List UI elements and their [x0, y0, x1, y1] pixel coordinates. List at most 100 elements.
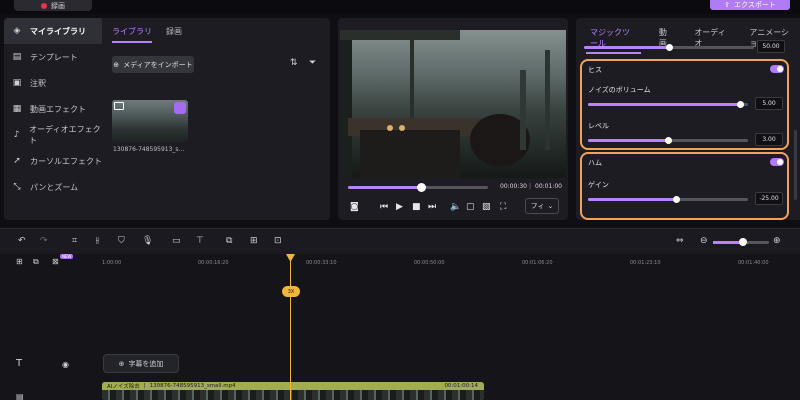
timeline-ruler[interactable]: ⊞ ⧉ ⊠ NEW 1:00:00 00:00:16:20 00:00:33:1…: [0, 254, 800, 270]
properties-panel: マジックツール 動画 オーディオ アニメーション 50.00 ヒス ノイズのボリ…: [576, 18, 800, 220]
noise-volume-value[interactable]: 5.00: [755, 97, 783, 110]
tab-recordings[interactable]: 録画: [166, 26, 182, 43]
redo-icon[interactable]: ↷: [40, 236, 48, 246]
ruler-tick: 00:00:50:00: [414, 260, 445, 266]
slider-handle[interactable]: [666, 44, 673, 51]
nav-item-label: 注釈: [30, 78, 46, 88]
gain-slider[interactable]: [588, 196, 748, 203]
scrubber-handle[interactable]: [416, 183, 426, 192]
group-icon[interactable]: ⧉: [226, 236, 232, 246]
nav-item-my-library[interactable]: ◈ マイライブラリ: [4, 18, 102, 44]
audio-effect-icon: ♪: [13, 130, 20, 140]
undo-icon[interactable]: ↶: [18, 236, 26, 246]
split-icon[interactable]: ⫲: [96, 236, 99, 246]
fit-timeline-icon[interactable]: ⇔: [676, 236, 684, 246]
snapshot-icon[interactable]: ◙: [350, 202, 359, 212]
top-bar: 録画 ⇪ エクスポート: [0, 0, 800, 14]
playhead-badge[interactable]: 3X: [282, 286, 300, 297]
caption-icon[interactable]: ▭: [172, 236, 181, 246]
slider-handle[interactable]: [673, 196, 680, 203]
playhead-line[interactable]: [290, 258, 291, 400]
noise-volume-slider[interactable]: [588, 101, 748, 108]
top-slider-value[interactable]: 50.00: [757, 40, 785, 53]
microphone-icon[interactable]: 🎙: [142, 236, 153, 246]
properties-scrollbar[interactable]: [794, 130, 797, 200]
ruler-tick: 00:00:16:20: [198, 260, 229, 266]
preview-scrubber[interactable]: [348, 183, 488, 192]
magnet-icon[interactable]: ⊠: [52, 257, 59, 266]
preview-zoom-select[interactable]: フィ ⌄: [525, 198, 559, 214]
sort-icon[interactable]: ⇅: [290, 58, 298, 68]
nav-item-label: カーソルエフェクト: [30, 156, 102, 166]
cursor-effect-icon: ➚: [13, 156, 21, 166]
template-icon: ▤: [12, 52, 22, 62]
scrubber-fill: [348, 186, 421, 189]
hum-toggle[interactable]: [770, 158, 784, 166]
nav-item-pan-zoom[interactable]: ⤡ パンとズーム: [4, 174, 102, 200]
stop-icon[interactable]: ■: [412, 202, 421, 212]
gain-value[interactable]: -25.00: [755, 192, 783, 205]
nav-item-video-effects[interactable]: ▦ 動画エフェクト: [4, 96, 102, 122]
level-value[interactable]: 3.00: [755, 133, 783, 146]
export-button[interactable]: ⇪ エクスポート: [710, 0, 790, 10]
import-media-button[interactable]: ⊕ メディアをインポート: [112, 56, 194, 73]
zoom-out-icon[interactable]: ⊖: [700, 236, 708, 246]
play-icon[interactable]: ▶: [396, 202, 403, 212]
nav-item-templates[interactable]: ▤ テンプレート: [4, 44, 102, 70]
tab-video[interactable]: 動画: [655, 24, 676, 54]
video-clip[interactable]: AIノイズ除去 | 130876-748595913_small.mp4 00:…: [102, 382, 484, 400]
text-icon[interactable]: ⊤: [196, 236, 204, 246]
slider-handle[interactable]: [665, 137, 672, 144]
tab-library[interactable]: ライブラリ: [112, 26, 152, 43]
export-icon: ⇪: [724, 1, 731, 9]
slider-handle[interactable]: [737, 101, 744, 108]
video-editor-app: 録画 ⇪ エクスポート ◈ マイライブラリ ▤ テンプレート ▣ 注釈 ▦ 動画…: [0, 0, 800, 400]
nav-item-audio-effects[interactable]: ♪ オーディオエフェクト: [4, 122, 102, 148]
nav-item-annotations[interactable]: ▣ 注釈: [4, 70, 102, 96]
export-label: エクスポート: [734, 1, 776, 9]
video-preview[interactable]: [340, 30, 566, 178]
shield-icon[interactable]: ⛉: [118, 236, 125, 246]
mark-icon[interactable]: ⊡: [274, 236, 282, 246]
nav-item-cursor-effects[interactable]: ➚ カーソルエフェクト: [4, 148, 102, 174]
plus-circle-icon: ⊕: [118, 359, 125, 368]
timeline-tracks: T ◉ ▤: [0, 270, 800, 400]
preview-panel: 00:00:30 | 00:01:00 ◙ ⏮ ▶ ■ ⏭ 🔈 ▢ ▧ ⛶ フィ…: [338, 18, 568, 220]
crop-icon[interactable]: ▢: [466, 202, 475, 212]
hum-label: ハム: [588, 159, 602, 167]
level-slider[interactable]: [588, 137, 748, 144]
top-slider[interactable]: [584, 44, 754, 51]
timeline-zoom-slider[interactable]: [713, 238, 769, 246]
media-thumbnail[interactable]: [112, 100, 188, 142]
record-button[interactable]: 録画: [14, 0, 92, 11]
video-effect-icon: ▦: [12, 104, 22, 114]
eye-icon[interactable]: ◉: [62, 360, 69, 369]
ruler-tick: 00:00:33:10: [306, 260, 337, 266]
clip-name: 130876-748595913_small.mp4: [149, 383, 236, 389]
volume-icon[interactable]: 🔈: [450, 202, 461, 212]
hiss-toggle[interactable]: [770, 65, 784, 73]
text-track-icon: T: [16, 358, 23, 369]
nav-item-label: テンプレート: [30, 52, 78, 62]
ruler-tick: 1:00:00: [102, 260, 122, 266]
tab-audio[interactable]: オーディオ: [690, 24, 731, 54]
crop-tool-icon[interactable]: ⌗: [72, 236, 77, 246]
fullscreen-icon[interactable]: ⛶: [500, 202, 506, 212]
compare-icon[interactable]: ▧: [482, 202, 491, 212]
nav-item-label: 動画エフェクト: [30, 104, 86, 114]
tab-magic-tools[interactable]: マジックツール: [586, 24, 641, 54]
zoom-in-icon[interactable]: ⊕: [773, 236, 781, 246]
add-track-icon[interactable]: ⊞: [16, 257, 23, 266]
video-frame: [340, 30, 550, 178]
video-type-icon: [114, 102, 124, 110]
total-time: 00:01:00: [535, 183, 562, 190]
filter-icon[interactable]: ⏷: [309, 58, 316, 68]
video-track-icon: ▤: [16, 392, 24, 400]
next-frame-icon[interactable]: ⏭: [428, 202, 436, 212]
slider-fill: [588, 198, 676, 201]
prev-frame-icon[interactable]: ⏮: [380, 202, 388, 212]
track-settings-icon[interactable]: ⧉: [33, 257, 39, 267]
zoom-handle[interactable]: [739, 238, 747, 246]
effects-icon[interactable]: ⊞: [250, 236, 258, 246]
add-caption-button[interactable]: ⊕ 字幕を追加: [103, 354, 179, 373]
